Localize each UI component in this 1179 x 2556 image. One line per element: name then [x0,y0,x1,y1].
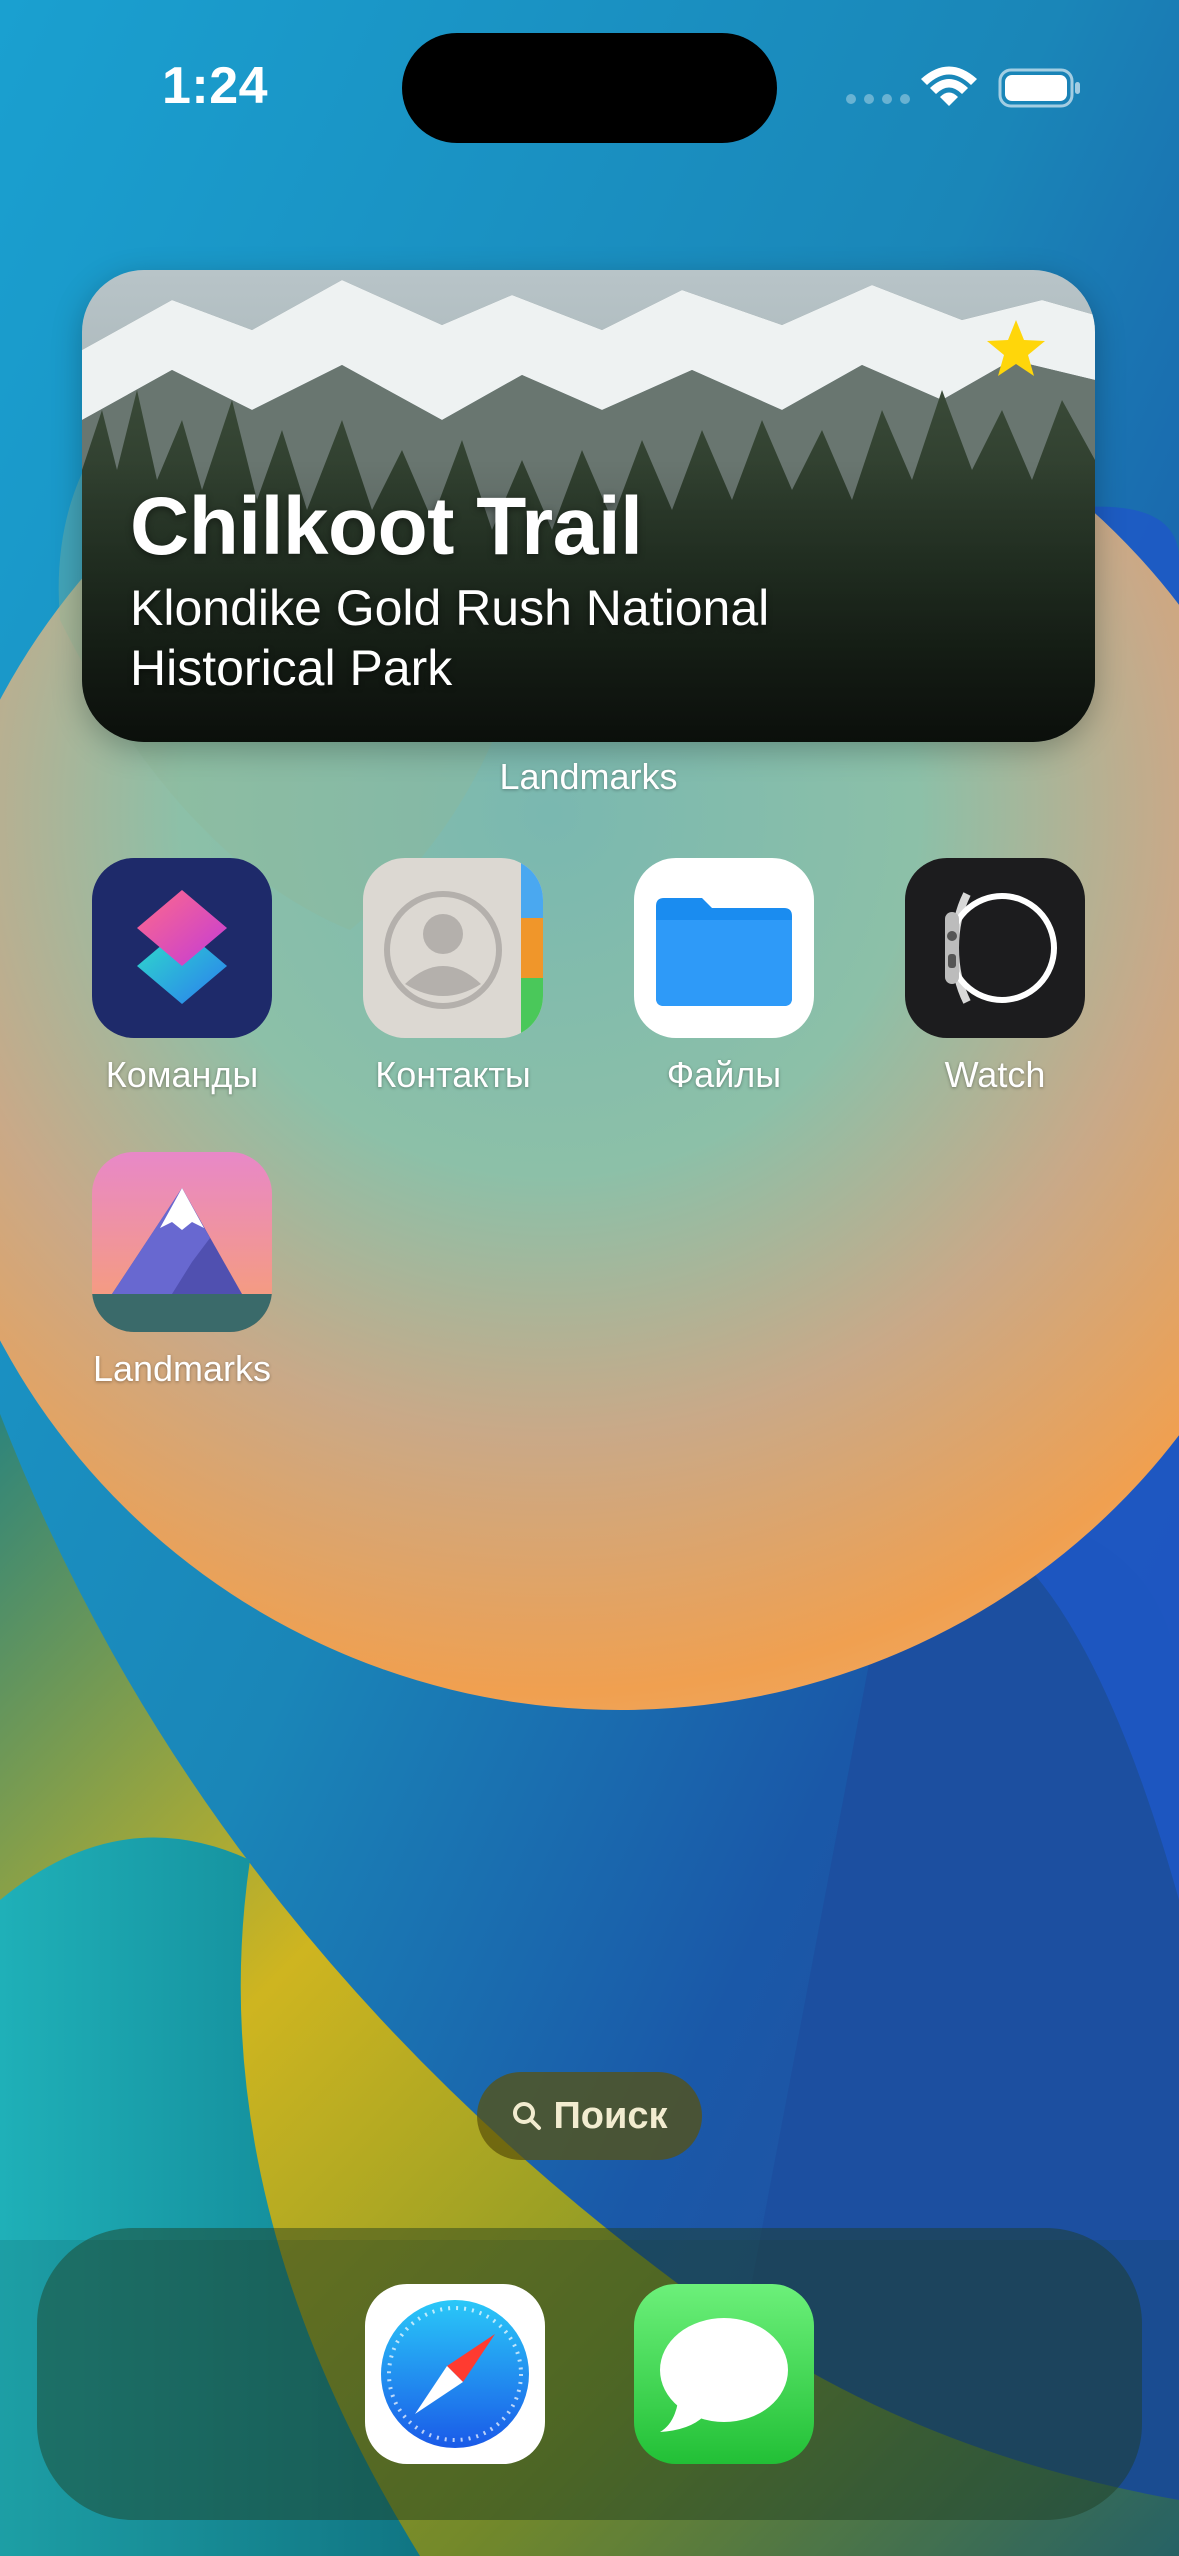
contacts-icon [363,858,543,1038]
app-label: Landmarks [92,1348,272,1389]
search-button[interactable]: Поиск [477,2072,702,2160]
widget-subtitle: Klondike Gold Rush National Historical P… [130,580,770,696]
widget-caption: Landmarks [499,756,678,797]
app-label: Команды [105,1054,259,1095]
search-label: Поиск [553,2094,668,2137]
battery-icon [998,68,1080,108]
messages-icon[interactable] [634,2284,814,2464]
status-time: 1:24 [161,57,269,115]
star-icon[interactable] [983,316,1049,382]
dynamic-island [402,33,777,143]
landmarks-icon [92,1152,272,1332]
dock [37,2228,1142,2520]
shortcuts-icon [92,858,272,1038]
app-label: Watch [944,1054,1046,1095]
search-icon [513,2102,542,2130]
files-icon [634,858,814,1038]
wifi-icon [921,66,977,106]
app-label: Контакты [375,1054,531,1095]
watch-icon [905,858,1085,1038]
widget-title: Chilkoot Trail [130,481,643,572]
app-label: Файлы [666,1054,782,1095]
cellular-signal-icon [846,94,910,104]
safari-icon[interactable] [365,2284,545,2464]
landmark-widget[interactable]: Chilkoot Trail Klondike Gold Rush Nation… [82,270,1095,742]
